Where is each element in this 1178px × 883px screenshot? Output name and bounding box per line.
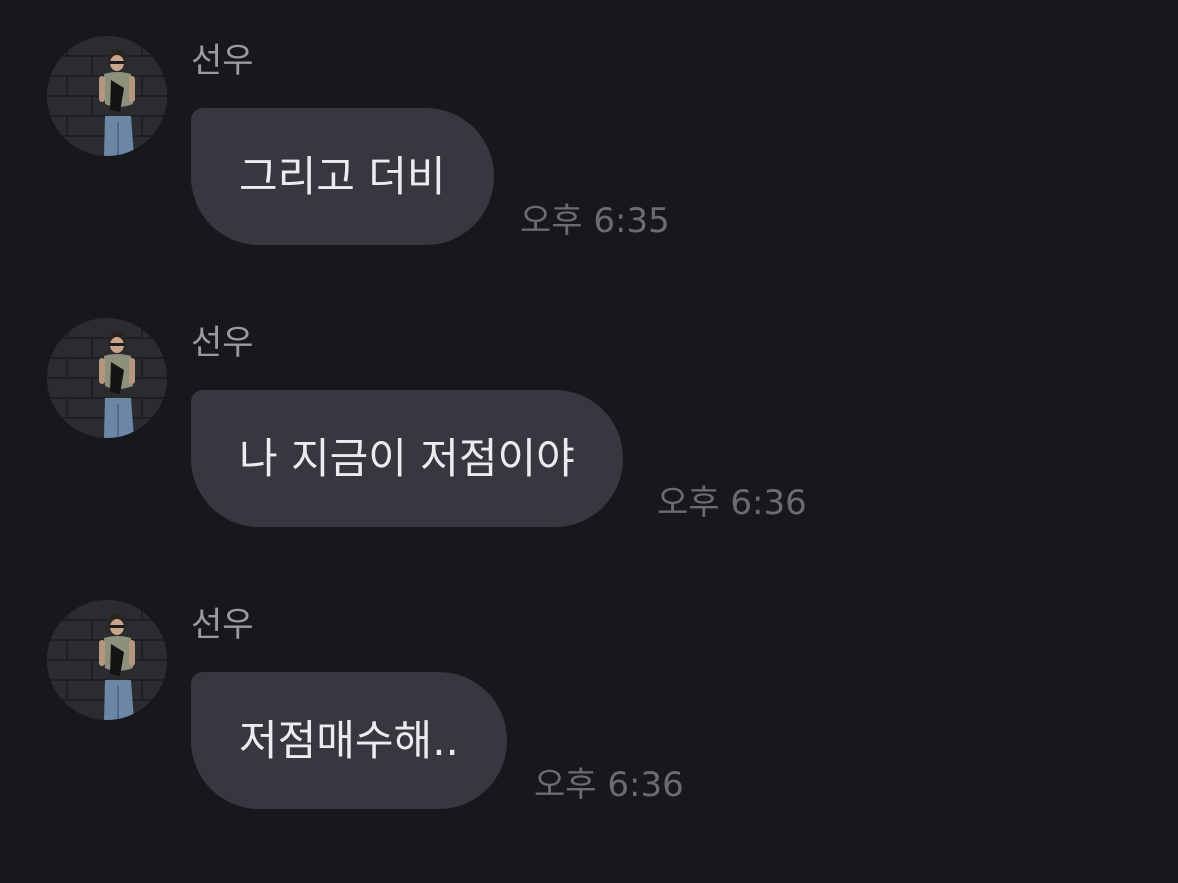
message-time: 오후 6:35 bbox=[520, 201, 670, 241]
chat-thread: 선우 그리고 더비 오후 6:35 선우 나 지금이 저점이야 오후 6:36 … bbox=[0, 0, 1178, 883]
avatar-photo-icon bbox=[47, 36, 167, 156]
avatar-photo-icon bbox=[47, 318, 167, 438]
message-bubble[interactable]: 나 지금이 저점이야 bbox=[191, 390, 623, 527]
avatar-photo-icon bbox=[47, 600, 167, 720]
sender-name: 선우 bbox=[191, 605, 254, 645]
message-row: 선우 그리고 더비 오후 6:35 bbox=[0, 0, 1178, 245]
message-time: 오후 6:36 bbox=[657, 483, 807, 523]
message-time: 오후 6:36 bbox=[534, 765, 684, 805]
avatar[interactable] bbox=[47, 600, 167, 720]
sender-name: 선우 bbox=[191, 41, 254, 81]
message-row: 선우 저점매수해.. 오후 6:36 bbox=[0, 564, 1178, 809]
message-bubble[interactable]: 그리고 더비 bbox=[191, 108, 494, 245]
message-row: 선우 나 지금이 저점이야 오후 6:36 bbox=[0, 282, 1178, 527]
avatar[interactable] bbox=[47, 36, 167, 156]
message-bubble[interactable]: 저점매수해.. bbox=[191, 672, 507, 809]
sender-name: 선우 bbox=[191, 323, 254, 363]
avatar[interactable] bbox=[47, 318, 167, 438]
